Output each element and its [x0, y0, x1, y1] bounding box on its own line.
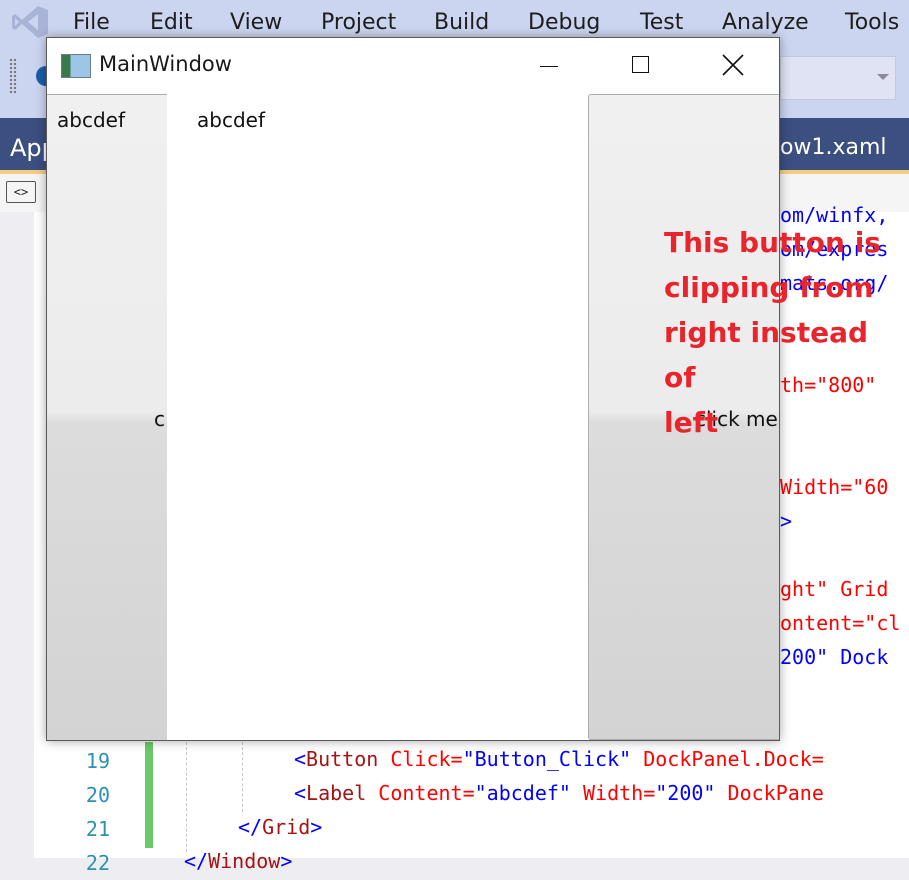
- menu-build[interactable]: Build: [434, 10, 489, 35]
- menu-view[interactable]: View: [230, 10, 282, 35]
- code-line-20: <Label Content="abcdef" Width="200" Dock…: [294, 781, 824, 805]
- menu-project[interactable]: Project: [321, 10, 396, 35]
- line-number: 20: [85, 783, 110, 807]
- menu-analyze[interactable]: Analyze: [722, 10, 809, 35]
- annotation-line: right instead of: [664, 316, 869, 394]
- line-number: 19: [85, 749, 110, 773]
- xaml-view-toggle-icon[interactable]: <>: [6, 181, 36, 203]
- window-title: MainWindow: [99, 52, 232, 76]
- line-number-gutter: 19 20 21 22: [60, 744, 110, 880]
- app-window-icon: [61, 54, 91, 78]
- line-number: 22: [85, 851, 110, 875]
- change-indicator-bar: [145, 742, 153, 848]
- code-fragment: 200" Dock: [780, 645, 889, 669]
- code-fragment: ontent="cl: [780, 611, 901, 635]
- solution-config-dropdown[interactable]: [780, 56, 896, 100]
- minimize-icon: [540, 66, 558, 67]
- annotation-text: This button is clipping from right inste…: [664, 220, 909, 445]
- minimize-button[interactable]: [503, 38, 595, 92]
- code-line-19: <Button Click="Button_Click" DockPanel.D…: [294, 747, 824, 771]
- toolbar-grip-icon[interactable]: [9, 58, 17, 94]
- visual-studio-logo-icon: [12, 6, 48, 38]
- code-line-21: </Grid>: [238, 815, 323, 839]
- tab-window1-xaml[interactable]: ow1.xaml: [780, 126, 909, 170]
- menu-test[interactable]: Test: [640, 10, 683, 35]
- close-icon: [722, 54, 744, 76]
- indent-guide: [242, 742, 243, 812]
- code-fragment: Width="60: [780, 475, 889, 499]
- code-line-22: </Window>: [184, 849, 293, 873]
- menu-tools[interactable]: Tools: [845, 10, 899, 35]
- maximize-icon: [632, 56, 649, 73]
- editor-left-rail: [0, 212, 34, 858]
- annotation-line: This button is: [664, 226, 881, 259]
- indent-guide: [186, 742, 187, 852]
- menu-file[interactable]: File: [73, 10, 110, 35]
- code-fragment: >: [780, 509, 793, 533]
- code-fragment: ght" Grid: [780, 577, 889, 601]
- maximize-button[interactable]: [595, 38, 687, 92]
- chevron-down-icon: [877, 74, 889, 80]
- abcdef-label-left: abcdef: [57, 108, 125, 132]
- abcdef-label-right: abcdef: [197, 108, 265, 132]
- annotation-line: clipping from: [664, 271, 874, 304]
- menu-edit[interactable]: Edit: [150, 10, 193, 35]
- window-title-bar[interactable]: MainWindow: [47, 38, 779, 94]
- click-me-button-left[interactable]: c: [47, 94, 167, 740]
- menu-debug[interactable]: Debug: [528, 10, 600, 35]
- annotation-line: left: [664, 406, 719, 439]
- button-caption: c: [154, 407, 165, 431]
- close-button[interactable]: [687, 38, 779, 92]
- line-number: 21: [85, 817, 110, 841]
